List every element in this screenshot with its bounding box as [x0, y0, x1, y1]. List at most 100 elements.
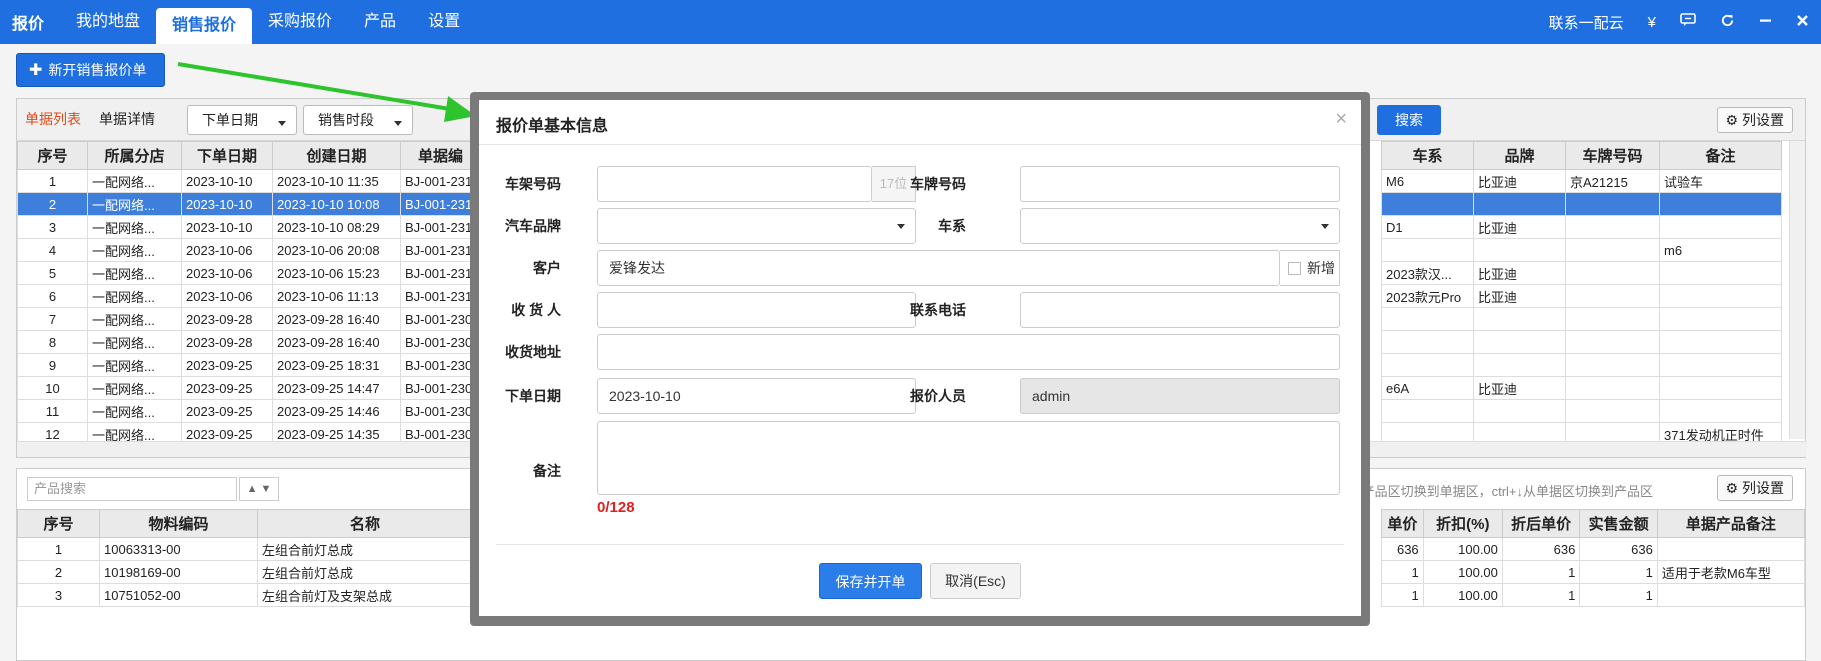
prod-col-discount[interactable]: 折扣(%): [1422, 509, 1503, 538]
table-row[interactable]: 2023款元Pro 比亚迪: [1381, 284, 1782, 308]
product-column-settings-label: 列设置: [1742, 480, 1784, 496]
new-sales-quote-button[interactable]: ✚ 新开销售报价单: [16, 53, 165, 87]
table-row[interactable]: 4 一配网络... 2023-10-06 2023-10-06 20:08 BJ-001…: [17, 238, 481, 262]
cell-order-date: 2023-10-10: [181, 192, 273, 216]
table-row[interactable]: 310751052-00左组合前灯及支架总成是: [17, 583, 496, 607]
cell-note: [1659, 192, 1782, 216]
phone-label: 联系电话: [910, 302, 966, 318]
table-row[interactable]: 2023款汉... 比亚迪: [1381, 261, 1782, 285]
table-row[interactable]: e6A 比亚迪: [1381, 376, 1782, 400]
product-table-right: 单价 折扣(%) 折后单价 实售金额 单据产品备注 636 100.00 636 63…: [1381, 509, 1806, 607]
tab-purchase-quote[interactable]: 采购报价: [252, 0, 348, 44]
cell-created: 2023-10-06 20:08: [272, 238, 401, 262]
tab-my-area[interactable]: 我的地盘: [60, 0, 156, 44]
table-row[interactable]: [1381, 307, 1782, 331]
cell-note: 试验车: [1659, 169, 1782, 193]
col-header-plate[interactable]: 车牌号码: [1565, 141, 1660, 170]
top-nav: 报价 我的地盘 销售报价 采购报价 产品 设置 联系一配云 ¥: [0, 0, 1821, 44]
prod-col-code[interactable]: 物料编码: [99, 509, 258, 538]
col-header-code[interactable]: 单据编: [400, 141, 481, 170]
chat-icon[interactable]: [1668, 13, 1708, 31]
note-textarea[interactable]: [597, 421, 1340, 495]
table-row[interactable]: m6: [1381, 238, 1782, 262]
tab-order-list[interactable]: 单据列表: [25, 109, 81, 129]
table-row[interactable]: 1 100.00 1 1 适用于老款M6车型: [1381, 560, 1806, 584]
modal-close-icon[interactable]: ×: [1335, 108, 1347, 131]
cell-code: BJ-001-230: [400, 353, 481, 377]
column-settings-button[interactable]: ⚙ 列设置: [1716, 107, 1793, 133]
tab-settings[interactable]: 设置: [412, 0, 476, 44]
col-header-series[interactable]: 车系: [1381, 141, 1474, 170]
col-header-store[interactable]: 所属分店: [87, 141, 182, 170]
address-input[interactable]: [597, 334, 1340, 370]
prod-col-name[interactable]: 名称: [257, 509, 473, 538]
refresh-icon[interactable]: [1708, 13, 1747, 32]
col-header-no[interactable]: 序号: [17, 141, 88, 170]
plus-icon: ✚: [29, 62, 43, 79]
new-customer-checkbox[interactable]: 新增: [1280, 250, 1340, 286]
vertical-scrollbar[interactable]: [1789, 141, 1805, 439]
table-row[interactable]: 6 一配网络... 2023-10-06 2023-10-06 11:13 BJ-001…: [17, 284, 481, 308]
table-row[interactable]: 9 一配网络... 2023-09-25 2023-09-25 18:31 BJ-001…: [17, 353, 481, 377]
prod-col-no[interactable]: 序号: [17, 509, 100, 538]
address-label: 收货地址: [505, 344, 561, 360]
cell-no: 8: [17, 330, 88, 354]
table-row[interactable]: 5 一配网络... 2023-10-06 2023-10-06 15:23 BJ-001…: [17, 261, 481, 285]
plate-label: 车牌号码: [910, 176, 966, 192]
table-row[interactable]: 7 一配网络... 2023-09-28 2023-09-28 16:40 BJ-001…: [17, 307, 481, 331]
series-select[interactable]: [1020, 208, 1340, 244]
product-search-input[interactable]: 产品搜索: [27, 477, 237, 501]
yen-icon[interactable]: ¥: [1636, 14, 1668, 31]
table-row[interactable]: 2 一配网络... 2023-10-10 2023-10-10 10:08 BJ-001…: [17, 192, 481, 216]
save-and-open-button[interactable]: 保存并开单: [819, 563, 922, 599]
col-header-order-date[interactable]: 下单日期: [181, 141, 273, 170]
table-row[interactable]: M6 比亚迪 京A21215 试验车: [1381, 169, 1782, 193]
cell-series: 2023款元Pro: [1381, 284, 1474, 308]
table-row[interactable]: [1381, 192, 1782, 216]
receiver-input[interactable]: [597, 292, 916, 328]
order-date-input[interactable]: 2023-10-10: [597, 378, 916, 414]
table-row[interactable]: [1381, 399, 1782, 423]
prod-col-note[interactable]: 单据产品备注: [1656, 509, 1806, 538]
table-row[interactable]: 10 一配网络... 2023-09-25 2023-09-25 14:47 BJ-00…: [17, 376, 481, 400]
vin-input[interactable]: [597, 166, 872, 202]
cancel-button[interactable]: 取消(Esc): [930, 563, 1021, 599]
table-row[interactable]: [1381, 353, 1782, 377]
tab-order-detail[interactable]: 单据详情: [99, 109, 155, 129]
cell-material-code: 10198169-00: [99, 560, 258, 584]
minimize-icon[interactable]: [1747, 14, 1784, 31]
phone-input[interactable]: [1020, 292, 1340, 328]
plate-input[interactable]: [1020, 166, 1340, 202]
table-row[interactable]: 1 一配网络... 2023-10-10 2023-10-10 11:35 BJ-001…: [17, 169, 481, 193]
search-button[interactable]: 搜索: [1377, 105, 1441, 135]
prod-col-price[interactable]: 单价: [1381, 509, 1424, 538]
table-row[interactable]: 3 一配网络... 2023-10-10 2023-10-10 08:29 BJ-001…: [17, 215, 481, 239]
table-row[interactable]: 636 100.00 636 636: [1381, 537, 1806, 561]
col-header-note[interactable]: 备注: [1659, 141, 1782, 170]
table-row[interactable]: 8 一配网络... 2023-09-28 2023-09-28 16:40 BJ-001…: [17, 330, 481, 354]
table-row[interactable]: 11 一配网络... 2023-09-25 2023-09-25 14:46 BJ-00…: [17, 399, 481, 423]
table-row[interactable]: 110063313-00左组合前灯总成G: [17, 537, 496, 561]
close-icon[interactable]: [1784, 14, 1821, 31]
table-row[interactable]: 210198169-00左组合前灯总成M: [17, 560, 496, 584]
cell-order-date: 2023-10-10: [181, 169, 273, 193]
col-header-created[interactable]: 创建日期: [272, 141, 401, 170]
customer-input[interactable]: 爱锋发达: [597, 250, 1280, 286]
product-nav-arrows[interactable]: ▲ ▼: [239, 477, 279, 501]
cell-order-date: 2023-09-25: [181, 376, 273, 400]
table-row[interactable]: D1 比亚迪: [1381, 215, 1782, 239]
cell-code: BJ-001-231: [400, 192, 481, 216]
table-row[interactable]: 1 100.00 1 1: [1381, 583, 1806, 607]
table-row[interactable]: [1381, 330, 1782, 354]
prod-col-amount[interactable]: 实售金额: [1579, 509, 1658, 538]
car-brand-select[interactable]: [597, 208, 916, 244]
col-header-brand[interactable]: 品牌: [1473, 141, 1566, 170]
product-column-settings-button[interactable]: ⚙ 列设置: [1716, 475, 1793, 501]
tab-sales-quote[interactable]: 销售报价: [156, 8, 253, 44]
company-link[interactable]: 联系一配云: [1537, 12, 1636, 33]
cell-note: [1659, 261, 1782, 285]
prod-col-after[interactable]: 折后单价: [1501, 509, 1581, 538]
cell-store: 一配网络...: [87, 399, 182, 423]
cell-created: 2023-10-10 11:35: [272, 169, 401, 193]
tab-products[interactable]: 产品: [348, 0, 412, 44]
